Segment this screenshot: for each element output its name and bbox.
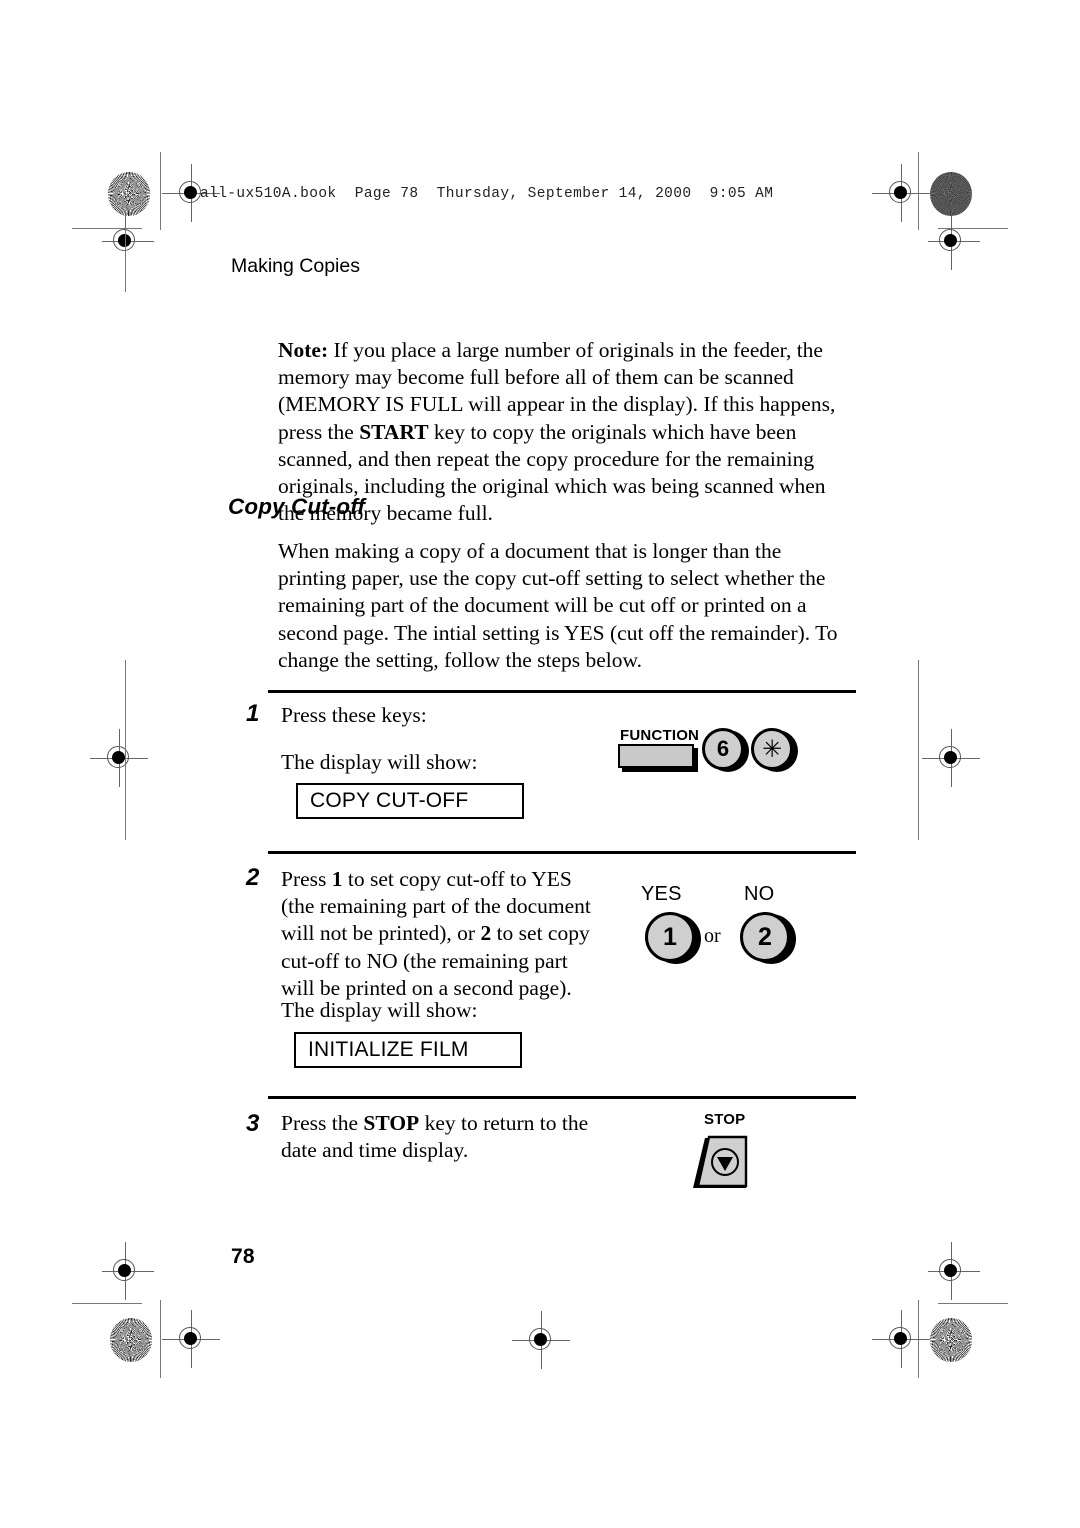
lcd-display-initialize-film: INITIALIZE FILM [294,1032,522,1068]
stop-key-label: STOP [704,1111,746,1128]
page-number: 78 [231,1245,255,1268]
trim-line-right-middle-vertical [918,660,920,840]
document-page: all-ux510A.book Page 78 Thursday, Septem… [0,0,1080,1528]
step-2-text: Press 1 to set copy cut-off to YES (the … [281,866,591,1002]
trim-line-right-lower-horizontal [938,1303,1008,1305]
step-2-bold-1: 1 [331,867,343,891]
step-1-text: Press these keys: [281,703,427,727]
key-1[interactable]: 1 [645,912,695,962]
step-3-number: 3 [246,1110,260,1137]
note-label: Note: [278,338,329,362]
no-label: NO [744,883,775,905]
stop-key-shape [693,1135,748,1188]
trim-line-top-left-vertical [160,152,162,230]
trim-line-left-lower-horizontal [72,1303,142,1305]
step-1-number: 1 [246,700,260,727]
note-start-key-bold: START [359,419,429,444]
section-intro-paragraph: When making a copy of a document that is… [278,539,838,672]
step-2-text-part-1: Press [281,867,332,891]
step-divider-rule-middle [268,851,856,855]
registration-mark-bottom-right [872,1310,930,1368]
key-2[interactable]: 2 [740,912,790,962]
trim-line-bottom-left-vertical [160,1300,162,1378]
step-2-bold-2: 2 [480,921,492,946]
step-3-text: Press the STOP key to return to the date… [281,1110,591,1164]
step-3-bold-stop: STOP [363,1111,420,1135]
registration-mark-right-middle [922,729,980,787]
registration-mark-right-upper [928,212,980,270]
key-asterisk[interactable]: ✳ [751,728,793,770]
trim-line-left-middle-vertical [124,660,126,840]
book-file-header: all-ux510A.book Page 78 Thursday, Septem… [200,186,774,202]
yes-label: YES [641,883,682,905]
step-divider-rule-top [268,690,856,694]
trim-line-left-upper-vertical [124,228,126,292]
or-separator: or [704,925,721,947]
key-6[interactable]: 6 [702,728,744,770]
step-2-display-prompt: The display will show: [281,998,478,1022]
step-2-number: 2 [246,864,260,891]
step-1-display-prompt: The display will show: [281,750,478,774]
step-divider-rule-bottom [268,1096,856,1100]
registration-mark-bottom-center [512,1311,570,1369]
function-key[interactable] [618,744,694,768]
registration-starburst-bottom-left [110,1318,152,1362]
registration-starburst-bottom-right [930,1318,972,1362]
registration-mark-right-lower [928,1242,980,1300]
registration-starburst-top-left [108,172,150,216]
registration-mark-left-lower [102,1242,154,1300]
registration-mark-left-middle [90,729,148,787]
registration-disc-top-right [930,172,972,216]
function-key-label: FUNCTION [620,727,700,744]
running-header: Making Copies [231,255,360,277]
section-heading: Copy Cut-off [228,494,366,519]
stop-key[interactable] [688,1132,750,1192]
registration-mark-bottom-left [162,1310,220,1368]
trim-line-top-right-vertical [918,152,920,230]
step-3-text-part-1: Press the [281,1111,364,1135]
lcd-display-copy-cut-off: COPY CUT-OFF [296,783,524,819]
